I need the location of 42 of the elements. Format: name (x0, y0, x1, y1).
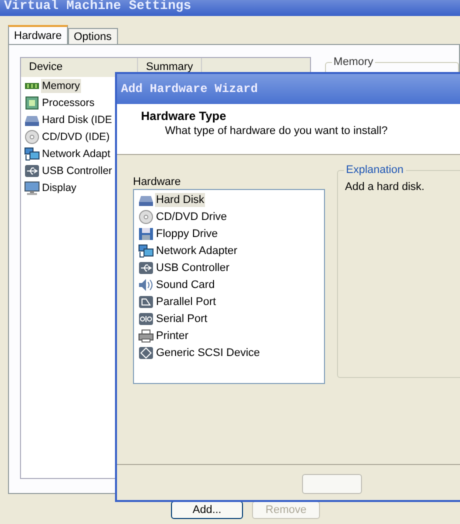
disc-icon (24, 130, 40, 144)
device-item[interactable]: Network Adapt (41, 146, 112, 160)
hardware-item[interactable]: Printer (155, 329, 190, 344)
serial-port-icon (138, 312, 154, 326)
group-title: Explanation (344, 164, 406, 176)
printer-icon (138, 329, 154, 344)
diamond-icon (138, 346, 154, 360)
step-heading: Hardware Type (141, 109, 228, 123)
hardware-item[interactable]: Floppy Drive (155, 227, 219, 242)
speaker-icon (138, 278, 154, 292)
device-item[interactable]: USB Controller (41, 164, 114, 178)
device-item[interactable]: CD/DVD (IDE) (41, 130, 111, 144)
monitor-icon (24, 180, 40, 194)
step-description: What type of hardware do you want to install? (164, 125, 389, 137)
disc-icon (138, 210, 154, 224)
list-label: Hardware (133, 176, 182, 188)
hardware-item[interactable]: USB Controller (155, 261, 230, 276)
hard-drive-icon (138, 193, 154, 208)
device-item[interactable]: Processors (41, 96, 96, 110)
tab[interactable]: Options (68, 28, 118, 44)
usb-icon (138, 261, 154, 276)
hardware-item[interactable]: Serial Port (155, 312, 208, 326)
computers-icon (24, 146, 40, 160)
hardware-item[interactable]: Generic SCSI Device (155, 346, 261, 360)
hardware-item[interactable]: CD/DVD Drive (155, 210, 228, 224)
device-item[interactable]: Memory (41, 78, 81, 92)
add-button[interactable]: Add... (171, 501, 243, 519)
group-title: Memory (332, 56, 376, 68)
computers-icon (138, 244, 154, 258)
hardware-item[interactable]: Sound Card (155, 278, 216, 292)
chip-icon (24, 96, 40, 110)
explanation-text: Add a hard disk. (345, 180, 424, 193)
port-icon (138, 295, 154, 310)
dialog-title: Add Hardware Wizard (117, 74, 460, 104)
hardware-item[interactable]: Hard Disk (155, 193, 206, 208)
hardware-item[interactable]: Parallel Port (155, 295, 217, 310)
hardware-item[interactable]: Network Adapter (155, 244, 238, 258)
dialog-button[interactable] (302, 474, 362, 494)
usb-icon (24, 164, 40, 178)
device-item[interactable]: Hard Disk (IDE (41, 112, 114, 126)
device-item[interactable]: Display (41, 180, 78, 194)
tab[interactable]: Hardware (8, 25, 68, 44)
